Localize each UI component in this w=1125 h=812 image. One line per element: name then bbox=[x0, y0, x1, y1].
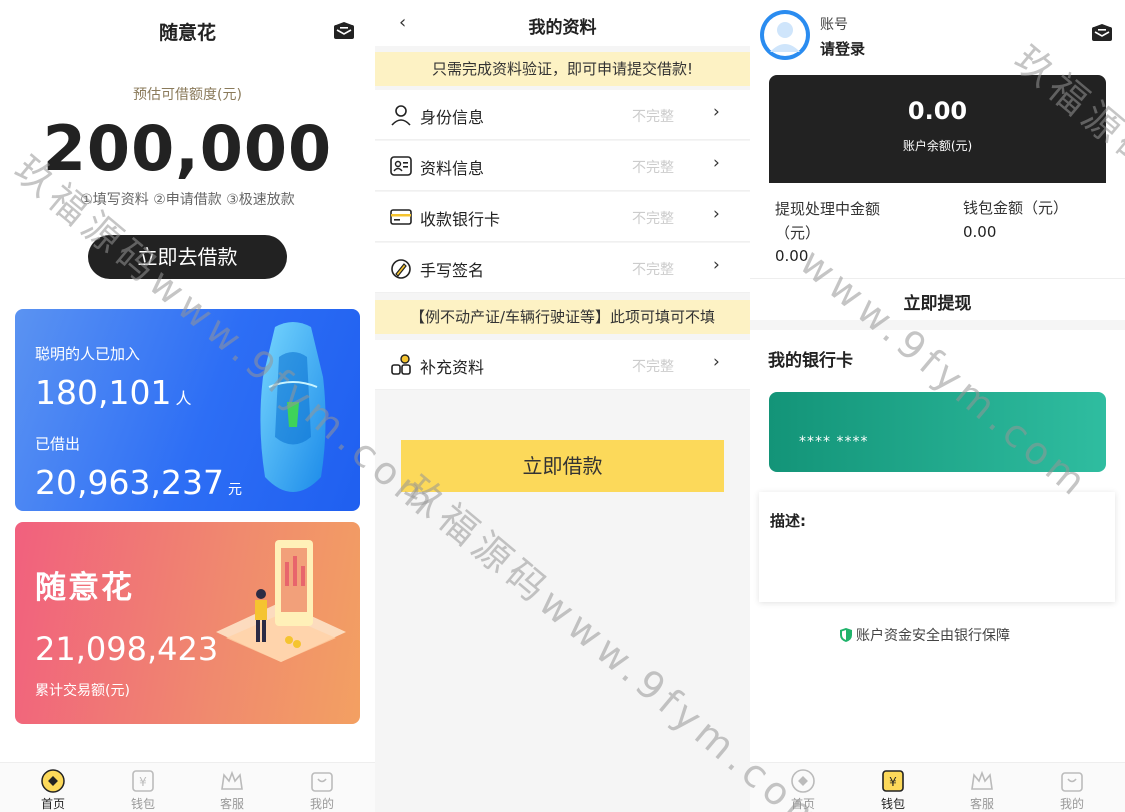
brand-card: 随意花 21,098,423 累计交易额(元) bbox=[15, 522, 360, 724]
balance-card: 0.00 账户余额(元) bbox=[769, 75, 1106, 187]
optional-notice: 【例不动产证/车辆行驶证等】此项可填可不填 bbox=[375, 300, 750, 334]
tab-service[interactable]: 客服 bbox=[202, 769, 262, 812]
wallet-stats: 提现处理中金额（元） 0.00 钱包金额（元） 0.00 bbox=[750, 183, 1125, 279]
row-signature[interactable]: 手写签名 不完整 › bbox=[375, 243, 750, 293]
sports-car-illustration bbox=[260, 322, 326, 492]
svg-text:¥: ¥ bbox=[139, 775, 147, 789]
wallet-screen: 账号 请登录 0.00 账户余额(元) 提现处理中金额（元） 0.00 钱包金额… bbox=[750, 0, 1125, 812]
shield-icon bbox=[840, 628, 852, 642]
borrow-now-button[interactable]: 立即去借款 bbox=[88, 235, 287, 279]
header: ‹ 我的资料 bbox=[375, 0, 750, 46]
id-card-icon bbox=[390, 156, 412, 176]
person-icon bbox=[391, 105, 411, 126]
tab-home[interactable]: 首页 bbox=[773, 769, 833, 812]
profile-icon bbox=[1061, 772, 1083, 792]
signature-icon bbox=[391, 259, 411, 279]
credit-limit-amount: 200,000 bbox=[42, 112, 333, 185]
row-identity[interactable]: 身份信息 不完整 › bbox=[375, 90, 750, 140]
user-avatar-icon bbox=[764, 14, 806, 56]
row-label: 补充资料 bbox=[420, 358, 485, 377]
tab-profile[interactable]: 我的 bbox=[292, 769, 352, 812]
borrowed-label: 已借出 bbox=[35, 435, 81, 453]
row-label: 手写签名 bbox=[420, 261, 485, 280]
joined-count: 180,101 人 bbox=[35, 373, 192, 412]
brand-name: 随意花 bbox=[35, 570, 134, 606]
bank-card-icon bbox=[390, 209, 412, 225]
row-info[interactable]: 资料信息 不完整 › bbox=[375, 141, 750, 191]
row-status: 不完整 bbox=[632, 211, 674, 227]
login-link[interactable]: 请登录 bbox=[820, 38, 865, 59]
security-note: 账户资金安全由银行保障 bbox=[840, 625, 1010, 645]
row-status: 不完整 bbox=[632, 160, 674, 176]
app-title: 随意花 bbox=[158, 22, 216, 44]
service-icon bbox=[971, 770, 993, 790]
pending-value: 0.00 bbox=[775, 247, 809, 265]
wallet-amount-value: 0.00 bbox=[963, 223, 997, 241]
credit-limit-label: 预估可借额度(元) bbox=[133, 87, 242, 103]
total-transactions-label: 累计交易额(元) bbox=[35, 683, 130, 699]
description-label: 描述: bbox=[770, 512, 806, 530]
home-screen: 随意花 预估可借额度(元) 200,000 ①填写资料 ②申请借款 ③极速放款 … bbox=[0, 0, 375, 812]
tab-wallet[interactable]: ¥ 钱包 bbox=[863, 769, 923, 812]
chevron-right-icon: › bbox=[713, 255, 720, 275]
verification-notice: 只需完成资料验证，即可申请提交借款! bbox=[375, 52, 750, 86]
chevron-right-icon: › bbox=[713, 204, 720, 224]
service-icon bbox=[221, 770, 243, 790]
tab-home[interactable]: 首页 bbox=[23, 769, 83, 812]
section-divider bbox=[750, 320, 1125, 330]
phone-person-illustration bbox=[216, 540, 346, 662]
account-label: 账号 bbox=[820, 17, 848, 33]
balance-value: 0.00 bbox=[907, 97, 968, 125]
borrow-button[interactable]: 立即借款 bbox=[401, 440, 724, 492]
pending-label: 提现处理中金额（元） bbox=[775, 200, 881, 242]
svg-text:¥: ¥ bbox=[889, 775, 897, 789]
borrowed-amount: 20,963,237 元 bbox=[35, 463, 242, 502]
bank-section-title: 我的银行卡 bbox=[764, 346, 857, 373]
balance-label: 账户余额(元) bbox=[902, 139, 973, 153]
row-label: 身份信息 bbox=[420, 108, 485, 127]
wallet-amount-label: 钱包金额（元） bbox=[963, 199, 1069, 217]
wallet-icon: ¥ bbox=[132, 770, 154, 792]
row-label: 收款银行卡 bbox=[420, 210, 501, 229]
profile-icon bbox=[311, 772, 333, 792]
row-supplementary[interactable]: 补充资料 不完整 › bbox=[375, 340, 750, 390]
tab-profile[interactable]: 我的 bbox=[1042, 769, 1102, 812]
avatar[interactable] bbox=[760, 10, 810, 60]
tab-wallet[interactable]: ¥ 钱包 bbox=[113, 769, 173, 812]
row-status: 不完整 bbox=[632, 359, 674, 375]
row-bank-card[interactable]: 收款银行卡 不完整 › bbox=[375, 192, 750, 242]
loan-steps: ①填写资料 ②申请借款 ③极速放款 bbox=[80, 192, 295, 208]
stats-card: 聪明的人已加入 180,101 人 已借出 20,963,237 元 bbox=[15, 309, 360, 511]
wallet-icon: ¥ bbox=[882, 770, 904, 792]
chevron-right-icon: › bbox=[713, 352, 720, 372]
withdraw-button[interactable]: 立即提现 bbox=[750, 289, 1125, 314]
row-label: 资料信息 bbox=[420, 159, 485, 178]
description-box: 描述: bbox=[759, 492, 1115, 602]
chevron-right-icon: › bbox=[713, 153, 720, 173]
page-title: 我的资料 bbox=[528, 18, 597, 38]
bank-card[interactable]: **** **** bbox=[769, 392, 1106, 472]
bank-card-number: **** **** bbox=[799, 434, 869, 450]
chevron-right-icon: › bbox=[713, 102, 720, 122]
message-icon[interactable] bbox=[333, 22, 355, 40]
row-status: 不完整 bbox=[632, 109, 674, 125]
bottom-tab-bar: 首页 ¥ 钱包 客服 我的 bbox=[750, 762, 1125, 812]
tab-service[interactable]: 客服 bbox=[952, 769, 1012, 812]
profile-data-screen: ‹ 我的资料 只需完成资料验证，即可申请提交借款! 身份信息 不完整 › 资料信… bbox=[375, 0, 750, 812]
grid-icon bbox=[391, 354, 411, 375]
row-status: 不完整 bbox=[632, 262, 674, 278]
home-icon bbox=[791, 769, 815, 793]
joined-label: 聪明的人已加入 bbox=[35, 345, 141, 363]
bottom-tab-bar: 首页 ¥ 钱包 客服 我的 bbox=[0, 762, 375, 812]
total-transactions: 21,098,423 bbox=[35, 630, 219, 668]
home-icon bbox=[41, 769, 65, 793]
message-icon[interactable] bbox=[1091, 24, 1113, 42]
